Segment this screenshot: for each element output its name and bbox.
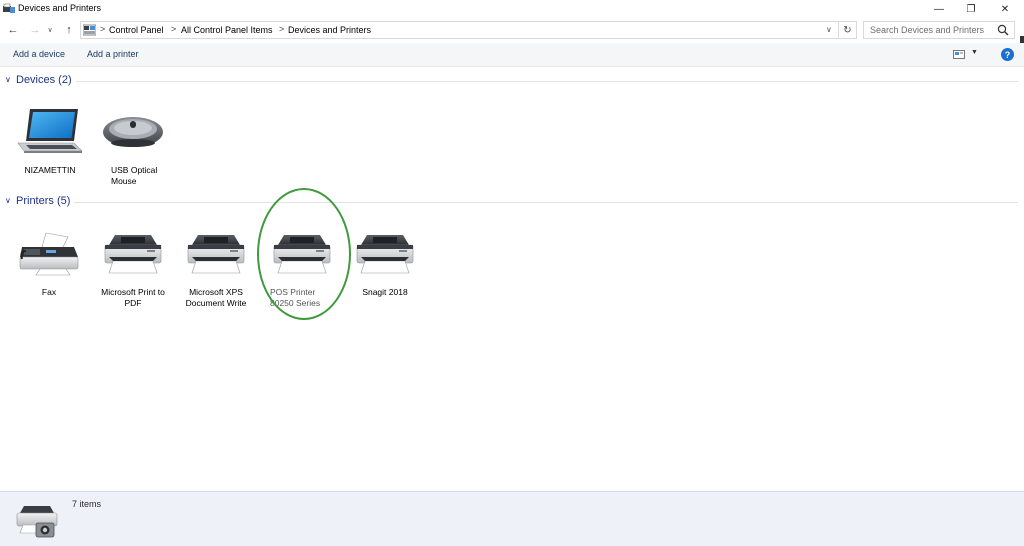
details-pane: 7 items [0, 491, 1024, 546]
add-device-button[interactable]: Add a device [13, 49, 65, 59]
printer-name: Microsoft Print to PDF [101, 287, 165, 308]
help-icon[interactable]: ? [1001, 48, 1014, 61]
back-button[interactable]: ← [6, 22, 20, 38]
printer-icon [184, 231, 248, 275]
group-divider [76, 81, 1018, 82]
printer-item-snagit[interactable]: Snagit 2018 [345, 222, 425, 298]
search-input[interactable] [863, 21, 1015, 39]
address-dropdown-button[interactable]: ∨ [826, 25, 832, 34]
address-row: ← → ∨ ↑ > Control Panel > All Control Pa… [0, 18, 1024, 62]
collapse-chevron-icon[interactable]: ∨ [5, 196, 11, 205]
device-name: NIZAMETTIN [24, 165, 76, 175]
up-button[interactable]: ↑ [62, 22, 76, 38]
devices-group-header[interactable]: ∨ Devices (2) [0, 74, 1024, 88]
device-item-mouse[interactable]: USB Optical Mouse [93, 100, 173, 187]
mouse-icon [103, 117, 163, 147]
command-bar: Add a device Add a printer ▼ ? [0, 43, 1024, 67]
devices-group-label: Devices (2) [16, 74, 72, 86]
group-divider [74, 202, 1018, 203]
printer-name: Microsoft XPS Document Write [185, 287, 247, 308]
breadcrumb-separator: > [100, 24, 106, 34]
title-bar: Devices and Printers — ❐ ✕ [0, 0, 1024, 18]
laptop-icon [17, 109, 83, 153]
search-icon[interactable] [997, 24, 1009, 36]
breadcrumb-devices-printers[interactable]: Devices and Printers [288, 25, 371, 35]
add-printer-button[interactable]: Add a printer [87, 49, 139, 59]
printer-name: Fax [41, 287, 57, 297]
printers-group-label: Printers (5) [16, 195, 71, 207]
close-button[interactable]: ✕ [988, 0, 1022, 18]
window-title: Devices and Printers [18, 3, 102, 13]
change-view-icon[interactable] [953, 50, 965, 59]
breadcrumb-control-panel[interactable]: Control Panel [109, 25, 164, 35]
breadcrumb-separator: > [279, 24, 285, 34]
printer-camera-icon [16, 506, 58, 538]
restore-button[interactable]: ❐ [954, 0, 988, 18]
printer-name: Snagit 2018 [362, 287, 408, 297]
fax-icon [19, 232, 79, 276]
printer-icon [353, 231, 417, 275]
device-name: USB Optical Mouse [111, 165, 158, 186]
printers-group-header[interactable]: ∨ Printers (5) [0, 195, 1024, 209]
printer-item-fax[interactable]: Fax [9, 222, 89, 298]
forward-button[interactable]: → [28, 22, 42, 38]
recent-locations-button[interactable]: ∨ [43, 22, 57, 38]
printer-icon [101, 231, 165, 275]
printer-item-xps[interactable]: Microsoft XPS Document Write [176, 222, 256, 309]
control-panel-icon [83, 24, 96, 36]
device-item-laptop[interactable]: NIZAMETTIN [10, 100, 90, 176]
printer-item-pdf[interactable]: Microsoft Print to PDF [93, 222, 173, 309]
item-count: 7 items [72, 499, 102, 509]
collapse-chevron-icon[interactable]: ∨ [5, 75, 11, 84]
highlight-ellipse [257, 188, 351, 320]
address-bar[interactable]: > Control Panel > All Control Panel Item… [80, 21, 839, 39]
refresh-button[interactable]: ↻ [839, 21, 857, 39]
breadcrumb-separator: > [171, 24, 177, 34]
view-options-dropdown[interactable]: ▼ [971, 49, 978, 56]
breadcrumb-all-items[interactable]: All Control Panel Items [181, 25, 273, 35]
minimize-button[interactable]: — [922, 0, 956, 18]
devices-printers-app-icon [3, 3, 15, 13]
